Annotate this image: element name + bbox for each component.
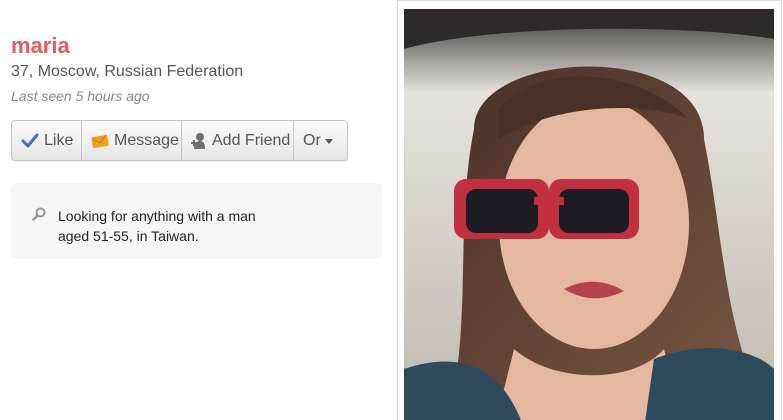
action-button-group: Like Message Add Friend Or: [11, 120, 348, 161]
search-icon: [32, 207, 46, 221]
message-label: Message: [114, 131, 179, 149]
or-label: Or: [303, 131, 321, 149]
message-button[interactable]: Message: [82, 121, 182, 160]
like-label: Like: [44, 131, 74, 149]
add-friend-label: Add Friend: [212, 131, 291, 149]
last-seen-status: Last seen 5 hours ago: [11, 88, 150, 104]
profile-photo-frame: [397, 0, 782, 420]
profile-photo-image: [404, 9, 774, 420]
like-button[interactable]: Like: [12, 121, 82, 160]
add-friend-button[interactable]: Add Friend: [182, 121, 294, 160]
profile-page: maria 37, Moscow, Russian Federation Las…: [0, 0, 783, 420]
profile-location: 37, Moscow, Russian Federation: [11, 63, 244, 80]
profile-name[interactable]: maria: [11, 33, 70, 59]
checkmark-icon: [21, 132, 39, 150]
person-icon: [191, 132, 207, 150]
looking-for-panel: Looking for anything with a man aged 51-…: [11, 183, 382, 259]
or-dropdown-button[interactable]: Or: [294, 121, 347, 160]
profile-photo[interactable]: [404, 9, 774, 420]
chevron-down-icon: [324, 139, 333, 144]
looking-for-text: Looking for anything with a man aged 51-…: [58, 208, 256, 244]
envelope-icon: [91, 132, 109, 150]
